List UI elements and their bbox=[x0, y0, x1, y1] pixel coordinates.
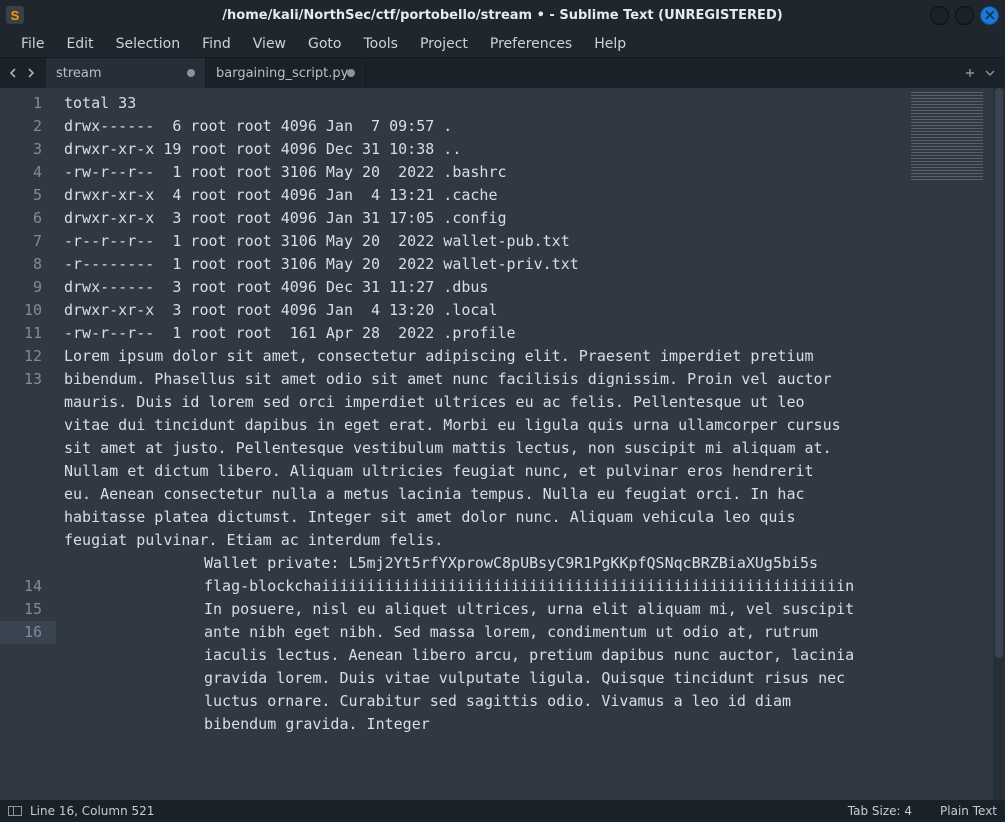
close-icon bbox=[985, 10, 995, 20]
app-icon: S bbox=[0, 0, 30, 30]
menu-project[interactable]: Project bbox=[409, 32, 479, 56]
minimap[interactable] bbox=[911, 92, 983, 180]
code-area[interactable]: total 33drwx------ 6 root root 4096 Jan … bbox=[56, 88, 1005, 736]
line-number[interactable]: 2 bbox=[0, 115, 56, 138]
menu-goto[interactable]: Goto bbox=[297, 32, 352, 56]
code-line[interactable]: total 33 bbox=[64, 92, 905, 115]
status-indent[interactable]: Tab Size: 4 bbox=[848, 804, 912, 818]
title-bar: S /home/kali/NorthSec/ctf/portobello/str… bbox=[0, 0, 1005, 30]
menu-edit[interactable]: Edit bbox=[55, 32, 104, 56]
code-line[interactable]: drwxr-xr-x 3 root root 4096 Jan 4 13:20 … bbox=[64, 299, 905, 322]
chevron-down-icon bbox=[985, 68, 995, 78]
menu-find[interactable]: Find bbox=[191, 32, 242, 56]
line-number[interactable]: 6 bbox=[0, 207, 56, 230]
tab-dirty-indicator bbox=[187, 69, 195, 77]
menu-selection[interactable]: Selection bbox=[105, 32, 192, 56]
chevron-right-icon bbox=[26, 68, 36, 78]
sidebar-toggle-icon[interactable] bbox=[8, 806, 22, 816]
code-line[interactable]: Wallet private: L5mj2Yt5rfYXprowC8pUBsyC… bbox=[64, 552, 905, 575]
code-line[interactable]: Lorem ipsum dolor sit amet, consectetur … bbox=[64, 345, 905, 368]
code-line[interactable]: -rw-r--r-- 1 root root 3106 May 20 2022 … bbox=[64, 161, 905, 184]
tab-strip: stream bargaining_script.py bbox=[0, 58, 1005, 88]
line-number[interactable]: 10 bbox=[0, 299, 56, 322]
menu-view[interactable]: View bbox=[242, 32, 297, 56]
line-number[interactable]: 5 bbox=[0, 184, 56, 207]
tab-label: bargaining_script.py bbox=[216, 66, 348, 81]
tabs: stream bargaining_script.py bbox=[44, 58, 366, 88]
status-bar: Line 16, Column 521 Tab Size: 4 Plain Te… bbox=[0, 800, 1005, 822]
tab-dirty-indicator bbox=[347, 69, 355, 77]
code-line[interactable]: eu. Aenean consectetur nulla a metus lac… bbox=[64, 483, 905, 506]
line-number[interactable]: 8 bbox=[0, 253, 56, 276]
menu-tools[interactable]: Tools bbox=[352, 32, 409, 56]
code-line[interactable]: bibendum. Phasellus sit amet odio sit am… bbox=[64, 368, 905, 391]
tab-bargaining-script[interactable]: bargaining_script.py bbox=[206, 58, 366, 88]
code-line[interactable]: drwx------ 3 root root 4096 Dec 31 11:27… bbox=[64, 276, 905, 299]
maximize-button[interactable] bbox=[955, 6, 974, 25]
code-line[interactable]: flag-blockchaiiiiiiiiiiiiiiiiiiiiiiiiiii… bbox=[64, 575, 905, 598]
code-line[interactable]: luctus ornare. Curabitur sed sagittis od… bbox=[64, 690, 905, 713]
code-line[interactable]: drwxr-xr-x 3 root root 4096 Jan 31 17:05… bbox=[64, 207, 905, 230]
tab-nav bbox=[0, 58, 44, 88]
menu-help[interactable]: Help bbox=[583, 32, 637, 56]
line-number[interactable]: 7 bbox=[0, 230, 56, 253]
minimize-button[interactable] bbox=[930, 6, 949, 25]
menu-preferences[interactable]: Preferences bbox=[479, 32, 583, 56]
tab-extras bbox=[963, 58, 1005, 88]
code-line[interactable]: Nullam et dictum libero. Aliquam ultrici… bbox=[64, 460, 905, 483]
plus-icon bbox=[965, 68, 975, 78]
scrollbar-thumb[interactable] bbox=[995, 88, 1003, 658]
line-number[interactable]: 9 bbox=[0, 276, 56, 299]
code-line[interactable]: In posuere, nisl eu aliquet ultrices, ur… bbox=[64, 598, 905, 621]
code-line[interactable]: -r--r--r-- 1 root root 3106 May 20 2022 … bbox=[64, 230, 905, 253]
tab-label: stream bbox=[56, 66, 102, 81]
code-line[interactable]: vitae dui tincidunt dapibus in eget erat… bbox=[64, 414, 905, 437]
line-gutter[interactable]: 12345678910111213........141516..... bbox=[0, 88, 56, 800]
status-cursor[interactable]: Line 16, Column 521 bbox=[30, 804, 154, 818]
close-button[interactable] bbox=[980, 6, 999, 25]
line-number[interactable]: 15 bbox=[0, 598, 56, 621]
line-number[interactable]: 11 bbox=[0, 322, 56, 345]
line-number[interactable]: 3 bbox=[0, 138, 56, 161]
line-number[interactable]: 4 bbox=[0, 161, 56, 184]
tab-stream[interactable]: stream bbox=[46, 58, 206, 88]
line-number[interactable]: 13 bbox=[0, 368, 56, 391]
line-number[interactable]: 1 bbox=[0, 92, 56, 115]
window-controls bbox=[930, 0, 999, 30]
chevron-left-icon bbox=[8, 68, 18, 78]
code-line[interactable]: bibendum gravida. Integer bbox=[64, 713, 905, 736]
code-line[interactable]: mauris. Duis id lorem sed orci imperdiet… bbox=[64, 391, 905, 414]
code-line[interactable]: -r-------- 1 root root 3106 May 20 2022 … bbox=[64, 253, 905, 276]
code-line[interactable]: habitasse platea dictumst. Integer sit a… bbox=[64, 506, 905, 529]
window-title: /home/kali/NorthSec/ctf/portobello/strea… bbox=[0, 8, 1005, 23]
new-tab-button[interactable] bbox=[963, 66, 977, 80]
tab-back-button[interactable] bbox=[4, 62, 22, 84]
code-line[interactable]: drwxr-xr-x 19 root root 4096 Dec 31 10:3… bbox=[64, 138, 905, 161]
scrollbar-vertical[interactable] bbox=[993, 88, 1005, 800]
line-number[interactable]: 12 bbox=[0, 345, 56, 368]
code-line[interactable]: gravida lorem. Duis vitae vulputate ligu… bbox=[64, 667, 905, 690]
code-line[interactable]: -rw-r--r-- 1 root root 161 Apr 28 2022 .… bbox=[64, 322, 905, 345]
code-line[interactable]: ante nibh eget nibh. Sed massa lorem, co… bbox=[64, 621, 905, 644]
editor[interactable]: 12345678910111213........141516..... tot… bbox=[0, 88, 1005, 800]
menu-file[interactable]: File bbox=[10, 32, 55, 56]
status-syntax[interactable]: Plain Text bbox=[940, 804, 997, 818]
menu-bar: File Edit Selection Find View Goto Tools… bbox=[0, 30, 1005, 58]
code-line[interactable]: drwx------ 6 root root 4096 Jan 7 09:57 … bbox=[64, 115, 905, 138]
tab-forward-button[interactable] bbox=[22, 62, 40, 84]
code-line[interactable]: sit amet at justo. Pellentesque vestibul… bbox=[64, 437, 905, 460]
line-number[interactable]: 14 bbox=[0, 575, 56, 598]
tab-overflow-button[interactable] bbox=[983, 66, 997, 80]
code-line[interactable]: feugiat pulvinar. Etiam ac interdum feli… bbox=[64, 529, 905, 552]
line-number[interactable]: 16 bbox=[0, 621, 56, 644]
code-line[interactable]: drwxr-xr-x 4 root root 4096 Jan 4 13:21 … bbox=[64, 184, 905, 207]
code-line[interactable]: iaculis lectus. Aenean libero arcu, pret… bbox=[64, 644, 905, 667]
